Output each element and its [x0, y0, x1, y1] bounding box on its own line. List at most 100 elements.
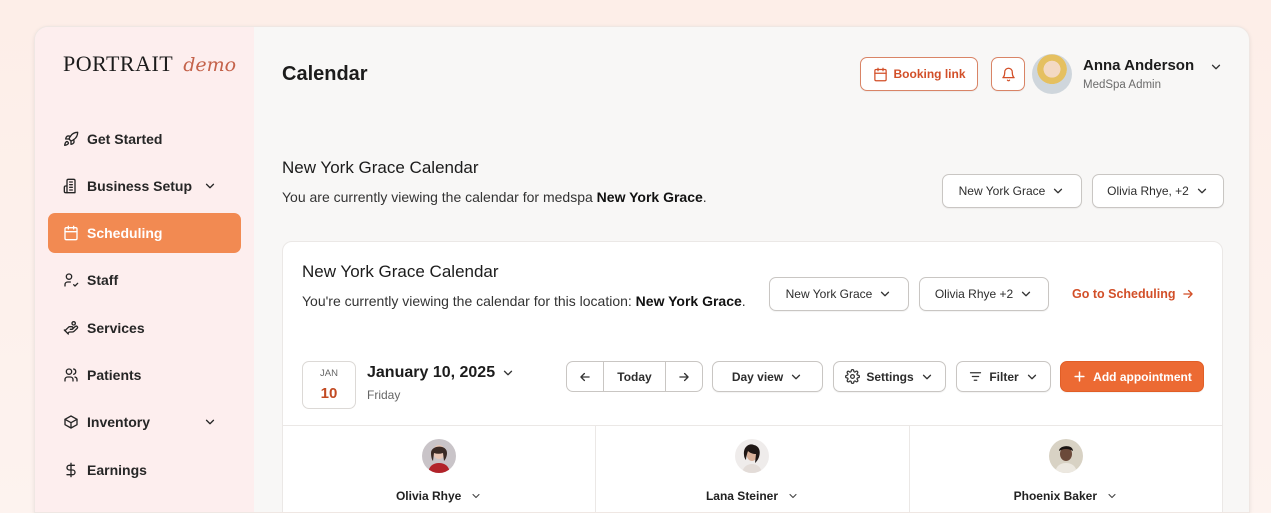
view-select[interactable]: Day view	[712, 361, 823, 392]
plus-icon	[1074, 371, 1085, 382]
sidebar-item-inventory[interactable]: Inventory	[48, 402, 241, 442]
main-content: Calendar Booking link Anna Anderson MedS…	[254, 27, 1249, 512]
filter-label: Filter	[989, 369, 1019, 384]
booking-link-button[interactable]: Booking link	[860, 57, 978, 91]
date-navigation: Today	[566, 361, 703, 392]
sidebar: PORTRAIT demo Get Started Business Setup…	[35, 27, 254, 512]
app-window: PORTRAIT demo Get Started Business Setup…	[34, 26, 1250, 513]
chevron-down-icon	[472, 493, 480, 499]
chevron-down-icon[interactable]	[203, 179, 217, 193]
staff-column: Lana Steiner	[596, 426, 910, 512]
user-role: MedSpa Admin	[1083, 79, 1161, 91]
chevron-down-icon	[789, 493, 797, 499]
calendar-icon	[64, 225, 78, 241]
card-location-select[interactable]: New York Grace	[769, 277, 909, 311]
section-desc-suffix: .	[702, 189, 707, 205]
rocket-icon	[64, 131, 79, 146]
sidebar-item-patients[interactable]: Patients	[48, 355, 241, 395]
logo-tag: demo	[183, 54, 237, 76]
logo-brand: PORTRAIT	[63, 51, 174, 76]
view-select-value: Day view	[731, 369, 784, 384]
location-select[interactable]: New York Grace	[942, 174, 1082, 208]
card-desc-suffix: .	[741, 293, 746, 309]
sidebar-item-services[interactable]: Services	[48, 308, 241, 348]
gear-icon	[845, 369, 861, 384]
sidebar-item-business-setup[interactable]: Business Setup	[48, 166, 241, 206]
sidebar-item-label: Scheduling	[87, 225, 163, 241]
avatar	[1048, 439, 1083, 473]
card-location-select-value: New York Grace	[785, 287, 873, 301]
staff-name-dropdown[interactable]: Phoenix Baker	[910, 489, 1222, 503]
staff-column: Olivia Rhye	[283, 426, 597, 512]
card-desc-text: You're currently viewing the calendar fo…	[302, 293, 636, 309]
arrow-left-icon	[580, 372, 590, 381]
card-staff-select[interactable]: Olivia Rhye +2	[919, 277, 1049, 311]
today-label: Today	[617, 369, 652, 384]
sidebar-item-earnings[interactable]: Earnings	[48, 450, 241, 490]
go-to-scheduling-label: Go to Scheduling	[1072, 287, 1176, 301]
chevron-down-icon	[503, 370, 513, 376]
card-title: New York Grace Calendar	[302, 262, 499, 281]
date-picker[interactable]: January 10, 2025	[367, 364, 515, 382]
chevron-down-icon	[922, 374, 931, 379]
staff-select-value: Olivia Rhye, +2	[1107, 184, 1189, 198]
date-badge-month: JAN	[320, 368, 338, 379]
filter-button[interactable]: Filter	[956, 361, 1051, 392]
sidebar-item-get-started[interactable]: Get Started	[48, 119, 241, 159]
dollar-icon	[66, 462, 76, 478]
filter-lines-icon	[970, 372, 982, 381]
section-desc-location: New York Grace	[596, 189, 703, 205]
settings-button[interactable]: Settings	[833, 361, 946, 392]
settings-label: Settings	[866, 369, 914, 384]
notifications-button[interactable]	[991, 57, 1025, 91]
add-appointment-button[interactable]: Add appointment	[1060, 361, 1204, 392]
card-staff-select-value: Olivia Rhye +2	[934, 287, 1014, 301]
users-icon	[64, 368, 78, 382]
staff-name: Phoenix Baker	[1013, 489, 1097, 503]
chevron-down-icon	[1054, 188, 1063, 194]
user-name[interactable]: Anna Anderson	[1083, 57, 1194, 74]
chevron-down-icon	[1197, 188, 1206, 194]
sidebar-item-label: Inventory	[87, 414, 151, 430]
date-full: January 10, 2025	[367, 364, 496, 381]
building-icon	[63, 178, 76, 194]
booking-link-label: Booking link	[893, 67, 966, 81]
sidebar-item-staff[interactable]: Staff	[48, 260, 241, 300]
staff-name-dropdown[interactable]: Lana Steiner	[596, 489, 908, 503]
sidebar-item-label: Business Setup	[87, 178, 193, 194]
add-appointment-label: Add appointment	[1093, 369, 1192, 384]
chevron-down-icon[interactable]	[203, 415, 217, 429]
logo[interactable]: PORTRAIT demo	[63, 51, 236, 77]
chevron-down-icon[interactable]	[1209, 60, 1223, 74]
hand-service-icon	[63, 321, 79, 335]
go-to-scheduling-link[interactable]: Go to Scheduling	[1072, 287, 1195, 301]
sidebar-item-label: Earnings	[87, 462, 147, 478]
sidebar-item-label: Get Started	[87, 131, 163, 147]
staff-name: Olivia Rhye	[395, 489, 462, 503]
avatar	[735, 439, 770, 473]
staff-icon	[64, 273, 79, 287]
sidebar-item-label: Services	[87, 320, 145, 336]
next-day-button[interactable]	[666, 362, 702, 391]
avatar[interactable]	[1032, 54, 1072, 94]
staff-name-dropdown[interactable]: Olivia Rhye	[283, 489, 595, 503]
page-title: Calendar	[282, 63, 368, 85]
avatar	[422, 439, 457, 473]
calendar-card: New York Grace Calendar You're currently…	[282, 241, 1223, 512]
previous-day-button[interactable]	[567, 362, 603, 391]
chevron-down-icon	[792, 374, 801, 379]
staff-select[interactable]: Olivia Rhye, +2	[1092, 174, 1224, 208]
staff-name: Lana Steiner	[705, 489, 778, 503]
date-badge: JAN 10	[302, 361, 356, 409]
sidebar-item-scheduling[interactable]: Scheduling	[48, 213, 241, 253]
sidebar-item-label: Staff	[87, 272, 119, 288]
section-description: You are currently viewing the calendar f…	[282, 189, 707, 205]
staff-column: Phoenix Baker	[910, 426, 1222, 512]
sidebar-item-label: Patients	[87, 367, 142, 383]
chevron-down-icon	[1108, 493, 1116, 499]
chevron-down-icon	[1027, 374, 1036, 379]
date-badge-day: 10	[320, 385, 338, 402]
today-button[interactable]: Today	[603, 362, 666, 391]
chevron-down-icon	[1022, 291, 1031, 297]
location-select-value: New York Grace	[958, 184, 1046, 198]
